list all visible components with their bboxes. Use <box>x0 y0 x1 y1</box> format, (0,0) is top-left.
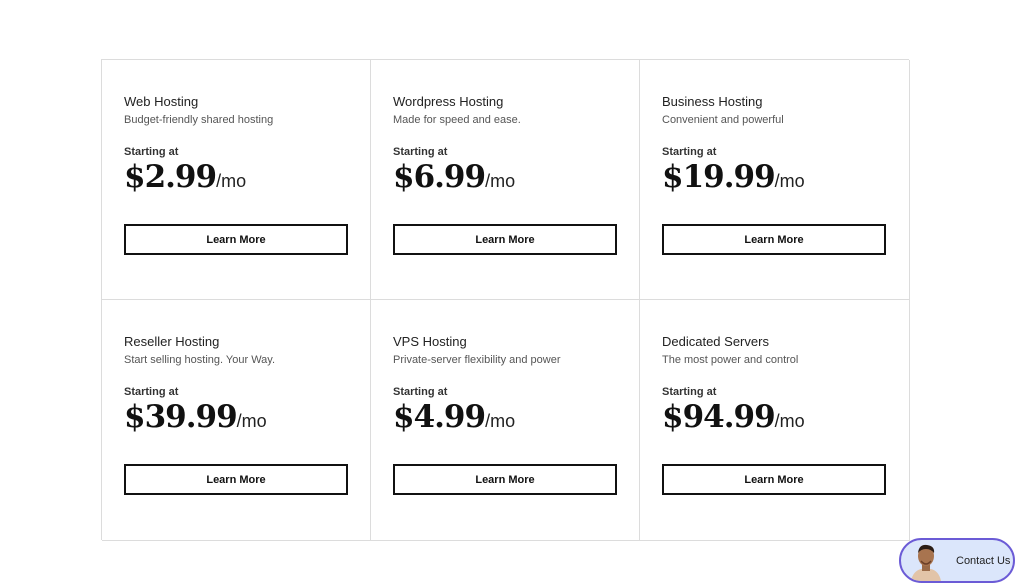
price-row: $39.99/mo <box>124 399 348 435</box>
hosting-plans-grid: Web Hosting Budget-friendly shared hosti… <box>101 59 910 541</box>
plan-title: Wordpress Hosting <box>393 94 504 109</box>
contact-us-button[interactable]: Contact Us <box>899 538 1015 583</box>
plan-tagline: Private-server flexibility and power <box>393 354 561 366</box>
plan-price: $19.99 <box>662 159 776 195</box>
plan-card-reseller-hosting: Reseller Hosting Start selling hosting. … <box>102 300 371 541</box>
plan-card-dedicated-servers: Dedicated Servers The most power and con… <box>640 300 910 541</box>
price-period: /mo <box>774 411 805 431</box>
plan-price: $94.99 <box>662 399 776 435</box>
plan-title: Reseller Hosting <box>124 334 220 349</box>
price-period: /mo <box>485 171 516 191</box>
plan-card-business-hosting: Business Hosting Convenient and powerful… <box>640 60 910 300</box>
price-row: $6.99/mo <box>393 159 617 195</box>
learn-more-button[interactable]: Learn More <box>393 224 617 255</box>
plan-title: Web Hosting <box>124 94 199 109</box>
starting-at-label: Starting at <box>393 386 448 398</box>
plan-tagline: Convenient and powerful <box>662 114 784 126</box>
contact-us-label: Contact Us <box>956 554 1011 567</box>
plan-card-vps-hosting: VPS Hosting Private-server flexibility a… <box>371 300 640 541</box>
plan-price: $6.99 <box>393 159 486 195</box>
plan-tagline: Start selling hosting. Your Way. <box>124 354 276 366</box>
support-agent-avatar-icon <box>909 541 943 581</box>
price-row: $94.99/mo <box>662 399 887 435</box>
starting-at-label: Starting at <box>124 386 179 398</box>
learn-more-button[interactable]: Learn More <box>124 464 348 495</box>
learn-more-button[interactable]: Learn More <box>393 464 617 495</box>
plan-tagline: Budget-friendly shared hosting <box>124 114 274 126</box>
price-period: /mo <box>485 411 516 431</box>
starting-at-label: Starting at <box>393 146 448 158</box>
plan-price: $39.99 <box>124 399 238 435</box>
plan-price: $2.99 <box>124 159 217 195</box>
starting-at-label: Starting at <box>662 146 717 158</box>
price-period: /mo <box>236 411 267 431</box>
learn-more-button[interactable]: Learn More <box>662 224 886 255</box>
price-row: $4.99/mo <box>393 399 617 435</box>
learn-more-button[interactable]: Learn More <box>662 464 886 495</box>
starting-at-label: Starting at <box>662 386 717 398</box>
price-period: /mo <box>216 171 247 191</box>
plan-price: $4.99 <box>393 399 486 435</box>
plan-title: Business Hosting <box>662 94 763 109</box>
plan-card-web-hosting: Web Hosting Budget-friendly shared hosti… <box>102 60 371 300</box>
plan-card-wordpress-hosting: Wordpress Hosting Made for speed and eas… <box>371 60 640 300</box>
price-row: $2.99/mo <box>124 159 348 195</box>
price-row: $19.99/mo <box>662 159 887 195</box>
price-period: /mo <box>774 171 805 191</box>
plan-title: Dedicated Servers <box>662 334 769 349</box>
plan-title: VPS Hosting <box>393 334 467 349</box>
plan-tagline: Made for speed and ease. <box>393 114 521 126</box>
learn-more-button[interactable]: Learn More <box>124 224 348 255</box>
starting-at-label: Starting at <box>124 146 179 158</box>
plan-tagline: The most power and control <box>662 354 799 366</box>
